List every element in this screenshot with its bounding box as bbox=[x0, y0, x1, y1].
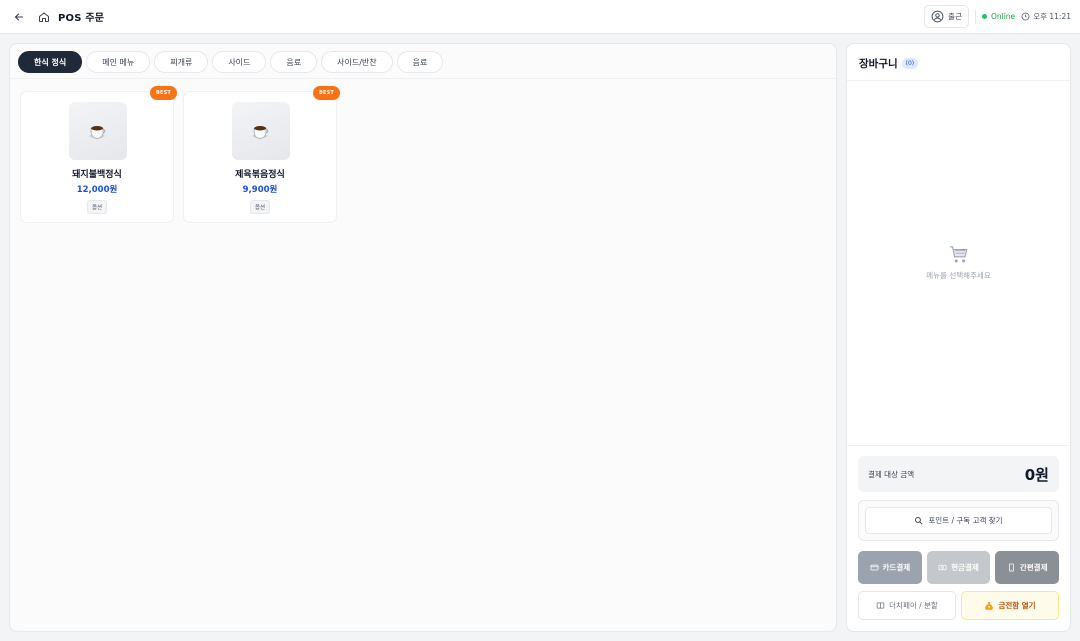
best-badge: BEST bbox=[149, 86, 177, 100]
product-price: 9,900원 bbox=[242, 185, 278, 195]
tab-stew[interactable]: 찌개류 bbox=[154, 51, 209, 73]
clock-out-button[interactable]: 출근 bbox=[924, 5, 969, 28]
search-icon bbox=[915, 517, 923, 525]
split-payment-button[interactable]: 더치페이 / 분할 bbox=[858, 591, 956, 620]
card-payment-button[interactable]: 카드결제 bbox=[858, 551, 922, 584]
tab-main-menu[interactable]: 메인 메뉴 bbox=[86, 51, 151, 73]
top-bar-left: POS 주문 bbox=[0, 9, 104, 24]
best-badge: BEST bbox=[312, 86, 340, 100]
product-thumbnail bbox=[69, 102, 127, 160]
page-title: POS 주문 bbox=[58, 13, 105, 24]
money-bag-icon bbox=[985, 601, 994, 610]
option-tag: 옵션 bbox=[86, 200, 108, 214]
split-payment-label: 더치페이 / 분할 bbox=[889, 601, 938, 610]
product-thumbnail bbox=[232, 102, 290, 160]
product-card[interactable]: BEST 돼지불백정식 12,000원 옵션 bbox=[20, 86, 177, 223]
tab-drinks[interactable]: 음료 bbox=[270, 51, 318, 73]
option-tag: 옵션 bbox=[249, 200, 271, 214]
open-cash-drawer-label: 금전함 열기 bbox=[998, 601, 1036, 610]
online-status-label: Online bbox=[990, 12, 1016, 21]
smartphone-icon bbox=[1008, 563, 1014, 572]
total-amount: 0원 bbox=[1024, 465, 1049, 484]
cart-panel: 장바구니 (0) 메뉴를 선택해주세요 결제 대상 금액 0원 포인트 / 구독… bbox=[846, 43, 1071, 632]
open-cash-drawer-button[interactable]: 금전함 열기 bbox=[961, 591, 1059, 620]
total-label: 결제 대상 금액 bbox=[868, 469, 915, 479]
cart-summary-divider bbox=[847, 445, 1070, 446]
coffee-cup-icon bbox=[252, 126, 269, 139]
card-payment-label: 카드결제 bbox=[882, 563, 911, 572]
total-summary: 결제 대상 금액 0원 bbox=[858, 456, 1059, 492]
online-status: Online bbox=[981, 12, 1016, 21]
home-icon[interactable] bbox=[37, 10, 51, 24]
tab-drinks-2[interactable]: 음료 bbox=[396, 51, 444, 73]
payment-buttons: 카드결제 현금결제 간편결제 bbox=[858, 551, 1060, 584]
user-circle-icon bbox=[931, 10, 944, 23]
cash-payment-label: 현금결제 bbox=[951, 563, 979, 572]
product-price: 12,000원 bbox=[76, 185, 118, 195]
clock-icon bbox=[1021, 12, 1030, 21]
option-wrap: 옵션 bbox=[184, 200, 336, 214]
credit-card-icon bbox=[870, 564, 878, 571]
tab-korean-set[interactable]: 한식 정식 bbox=[18, 51, 83, 73]
cart-empty-state: 메뉴를 선택해주세요 bbox=[847, 244, 1070, 281]
easy-payment-label: 간편결제 bbox=[1019, 563, 1048, 572]
time-label: 오후 11:21 bbox=[1033, 12, 1071, 21]
customer-search-label: 포인트 / 구독 고객 찾기 bbox=[928, 516, 1003, 525]
menu-panel: 한식 정식 메인 메뉴 찌개류 사이드 음료 사이드/반찬 음료 BEST 돼지… bbox=[9, 43, 837, 632]
customer-search-button[interactable]: 포인트 / 구독 고객 찾기 bbox=[865, 507, 1052, 534]
product-name: 제육볶음정식 bbox=[235, 170, 285, 180]
cash-icon bbox=[938, 564, 947, 571]
product-grid: BEST 돼지불백정식 12,000원 옵션 BEST 제육볶음정식 9,900… bbox=[20, 86, 340, 223]
tab-side[interactable]: 사이드 bbox=[212, 51, 267, 73]
top-bar: POS 주문 출근 Online 오후 11:21 bbox=[0, 0, 1080, 34]
cart-title: 장바구니 bbox=[859, 58, 898, 70]
product-card[interactable]: BEST 제육볶음정식 9,900원 옵션 bbox=[183, 86, 340, 223]
cart-count-badge: (0) bbox=[901, 58, 919, 69]
product-name: 돼지불백정식 bbox=[72, 170, 122, 180]
tabs-divider bbox=[10, 78, 836, 79]
split-icon bbox=[876, 602, 885, 609]
current-time: 오후 11:21 bbox=[1021, 11, 1071, 22]
back-arrow-icon[interactable] bbox=[12, 10, 26, 24]
cash-payment-button[interactable]: 현금결제 bbox=[926, 551, 991, 584]
top-bar-right: 출근 Online 오후 11:21 bbox=[924, 5, 1071, 28]
tab-side-banchan[interactable]: 사이드/반찬 bbox=[321, 51, 393, 73]
extra-actions: 더치페이 / 분할 금전함 열기 bbox=[858, 591, 1059, 620]
customer-search-wrap: 포인트 / 구독 고객 찾기 bbox=[858, 500, 1059, 541]
status-dot-icon bbox=[981, 14, 987, 19]
cart-divider bbox=[847, 80, 1070, 81]
easy-payment-button[interactable]: 간편결제 bbox=[995, 551, 1060, 584]
cart-header: 장바구니 (0) bbox=[859, 56, 919, 71]
clock-out-label: 출근 bbox=[948, 12, 962, 21]
category-tabs: 한식 정식 메인 메뉴 찌개류 사이드 음료 사이드/반찬 음료 bbox=[18, 51, 444, 73]
header-divider bbox=[974, 9, 976, 24]
option-wrap: 옵션 bbox=[21, 200, 173, 214]
shopping-cart-icon bbox=[949, 246, 967, 263]
cart-empty-text: 메뉴를 선택해주세요 bbox=[926, 271, 991, 280]
coffee-cup-icon bbox=[89, 126, 106, 139]
